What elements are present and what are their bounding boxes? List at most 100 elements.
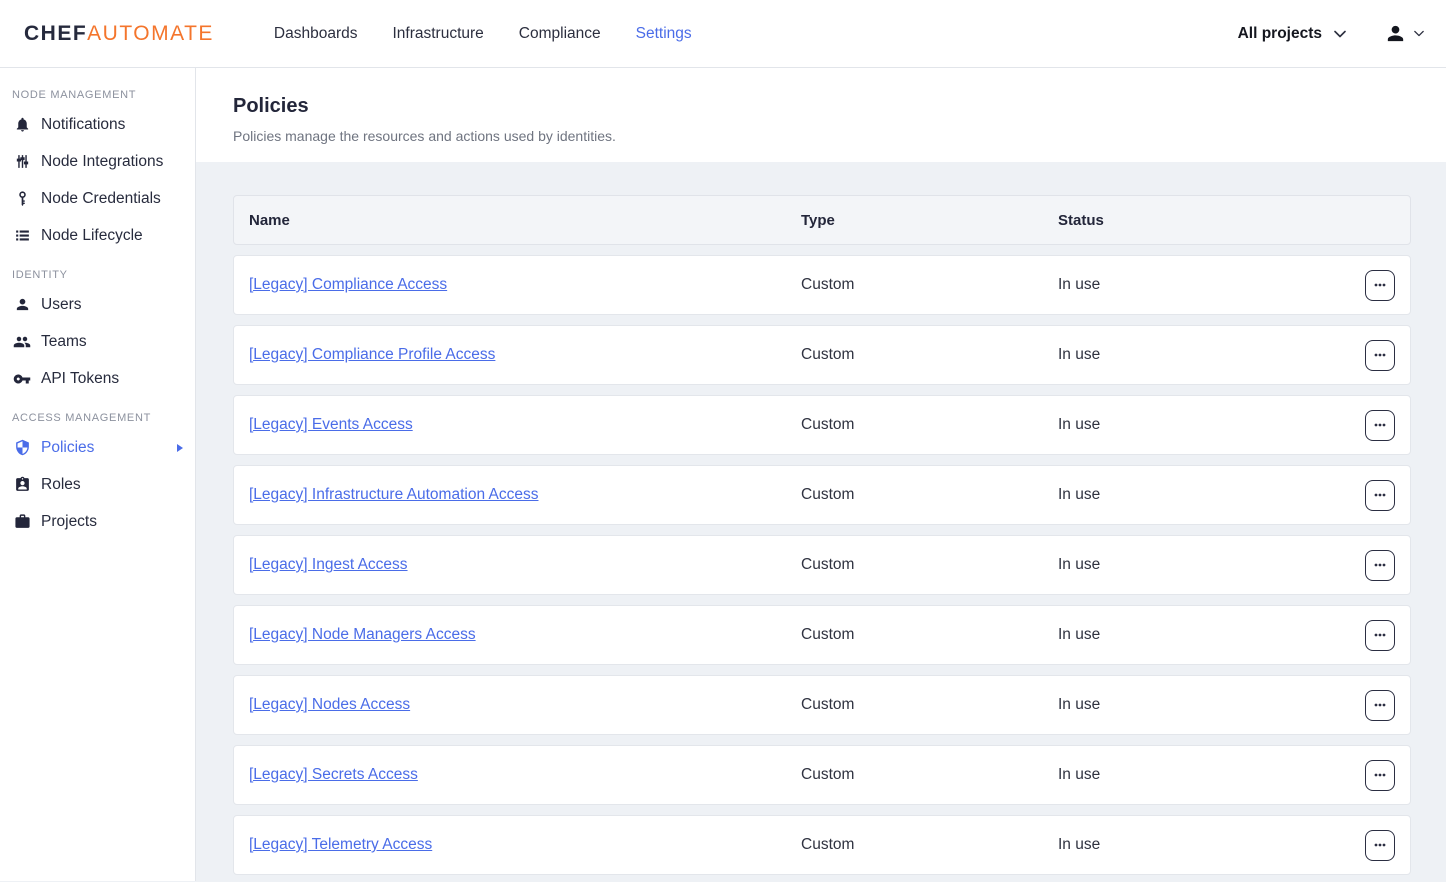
table-row: [Legacy] Node Managers Access Custom In … (233, 605, 1411, 665)
sidebar-item-label: Users (41, 296, 81, 314)
row-menu-button[interactable] (1365, 480, 1395, 511)
main-content: Policies Policies manage the resources a… (196, 68, 1446, 881)
row-menu-button[interactable] (1365, 340, 1395, 371)
policy-type: Custom (801, 626, 1058, 644)
policy-link[interactable]: [Legacy] Compliance Profile Access (249, 346, 495, 364)
policy-status: In use (1058, 766, 1340, 784)
sidebar-item-teams[interactable]: Teams (0, 323, 195, 360)
row-menu-button[interactable] (1365, 550, 1395, 581)
navbar-right: All projects (1238, 22, 1424, 45)
nav-infrastructure[interactable]: Infrastructure (392, 25, 483, 43)
policy-type: Custom (801, 766, 1058, 784)
sidebar-item-policies[interactable]: Policies (0, 429, 195, 466)
sidebar-item-notifications[interactable]: Notifications (0, 106, 195, 143)
policy-link[interactable]: [Legacy] Events Access (249, 416, 413, 434)
row-menu-button[interactable] (1365, 270, 1395, 301)
projects-filter-dropdown[interactable]: All projects (1238, 25, 1346, 43)
row-menu-button[interactable] (1365, 760, 1395, 791)
section-identity: IDENTITY Users Teams API Tokens (0, 269, 195, 397)
shield-icon (12, 439, 32, 456)
main-nav: Dashboards Infrastructure Compliance Set… (274, 25, 692, 43)
policy-link[interactable]: [Legacy] Compliance Access (249, 276, 447, 294)
column-header-status: Status (1058, 212, 1340, 229)
page-header: Policies Policies manage the resources a… (196, 68, 1446, 162)
sidebar-item-label: Node Integrations (41, 153, 163, 171)
policy-status: In use (1058, 486, 1340, 504)
policy-status: In use (1058, 626, 1340, 644)
policy-type: Custom (801, 416, 1058, 434)
policy-status: In use (1058, 416, 1340, 434)
policy-link[interactable]: [Legacy] Telemetry Access (249, 836, 432, 854)
policy-status: In use (1058, 346, 1340, 364)
bell-icon (12, 116, 32, 133)
row-menu-button[interactable] (1365, 690, 1395, 721)
chef-automate-logo[interactable]: CHEFAUTOMATE (24, 22, 214, 46)
policies-table: Name Type Status [Legacy] Compliance Acc… (233, 195, 1411, 875)
nav-dashboards[interactable]: Dashboards (274, 25, 358, 43)
settings-sidebar: NODE MANAGEMENT Notifications Node Integ… (0, 68, 196, 881)
policy-link[interactable]: [Legacy] Ingest Access (249, 556, 408, 574)
table-row: [Legacy] Compliance Profile Access Custo… (233, 325, 1411, 385)
policy-link[interactable]: [Legacy] Infrastructure Automation Acces… (249, 486, 538, 504)
sidebar-item-label: Node Lifecycle (41, 227, 143, 245)
logo-chef: CHEF (24, 22, 87, 46)
nav-settings[interactable]: Settings (636, 25, 692, 43)
policy-link[interactable]: [Legacy] Node Managers Access (249, 626, 476, 644)
table-row: [Legacy] Secrets Access Custom In use (233, 745, 1411, 805)
section-label: NODE MANAGEMENT (0, 89, 195, 101)
logo-automate: AUTOMATE (87, 22, 214, 46)
sidebar-item-label: Roles (41, 476, 81, 494)
row-menu-button[interactable] (1365, 410, 1395, 441)
sidebar-item-node-integrations[interactable]: Node Integrations (0, 143, 195, 180)
sidebar-item-label: Notifications (41, 116, 125, 134)
policy-type: Custom (801, 556, 1058, 574)
top-navbar: CHEFAUTOMATE Dashboards Infrastructure C… (0, 0, 1446, 68)
table-row: [Legacy] Telemetry Access Custom In use (233, 815, 1411, 875)
policy-status: In use (1058, 696, 1340, 714)
section-label: IDENTITY (0, 269, 195, 281)
row-menu-button[interactable] (1365, 830, 1395, 861)
list-icon (12, 227, 32, 244)
key-vertical-icon (12, 190, 32, 207)
user-menu[interactable] (1384, 22, 1424, 45)
sidebar-item-label: Teams (41, 333, 87, 351)
sidebar-item-node-lifecycle[interactable]: Node Lifecycle (0, 217, 195, 254)
table-row: [Legacy] Events Access Custom In use (233, 395, 1411, 455)
sidebar-item-api-tokens[interactable]: API Tokens (0, 360, 195, 397)
nav-compliance[interactable]: Compliance (519, 25, 601, 43)
table-row: [Legacy] Compliance Access Custom In use (233, 255, 1411, 315)
policies-list-area: Name Type Status [Legacy] Compliance Acc… (196, 162, 1446, 875)
policy-link[interactable]: [Legacy] Nodes Access (249, 696, 410, 714)
policy-type: Custom (801, 486, 1058, 504)
policy-type: Custom (801, 696, 1058, 714)
sidebar-item-roles[interactable]: Roles (0, 466, 195, 503)
policy-type: Custom (801, 836, 1058, 854)
policy-status: In use (1058, 276, 1340, 294)
sidebar-item-label: Policies (41, 439, 94, 457)
policy-status: In use (1058, 836, 1340, 854)
sidebar-item-label: Node Credentials (41, 190, 161, 208)
sidebar-item-projects[interactable]: Projects (0, 503, 195, 540)
projects-filter-label: All projects (1238, 25, 1322, 43)
row-menu-button[interactable] (1365, 620, 1395, 651)
badge-icon (12, 476, 32, 493)
sidebar-item-label: Projects (41, 513, 97, 531)
page-subtitle: Policies manage the resources and action… (233, 128, 1409, 144)
sidebar-item-node-credentials[interactable]: Node Credentials (0, 180, 195, 217)
policy-status: In use (1058, 556, 1340, 574)
section-label: ACCESS MANAGEMENT (0, 412, 195, 424)
section-node-management: NODE MANAGEMENT Notifications Node Integ… (0, 89, 195, 254)
briefcase-icon (12, 513, 32, 530)
chevron-down-icon (1334, 30, 1346, 38)
policy-type: Custom (801, 346, 1058, 364)
page-title: Policies (233, 95, 1409, 118)
group-icon (12, 333, 32, 351)
sidebar-item-users[interactable]: Users (0, 286, 195, 323)
key-icon (12, 370, 32, 388)
sliders-icon (12, 153, 32, 170)
section-access-management: ACCESS MANAGEMENT Policies Roles Project… (0, 412, 195, 540)
chevron-down-icon (1414, 30, 1424, 37)
policy-link[interactable]: [Legacy] Secrets Access (249, 766, 418, 784)
person-icon (12, 296, 32, 313)
policy-type: Custom (801, 276, 1058, 294)
